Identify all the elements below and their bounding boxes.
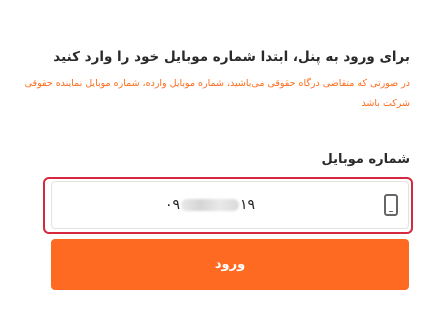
phone-value-prefix: ۰۹ xyxy=(164,197,180,213)
login-heading: برای ورود به پنل، ابتدا شماره موبایل خود… xyxy=(53,49,410,65)
mobile-phone-icon xyxy=(384,194,398,216)
phone-input[interactable]: ۰۹ ۱۹ xyxy=(51,181,409,229)
login-page: برای ورود به پنل، ابتدا شماره موبایل خود… xyxy=(0,0,438,336)
phone-value-suffix: ۱۹ xyxy=(240,197,256,213)
phone-input-value: ۰۹ ۱۹ xyxy=(52,196,368,214)
phone-field-label: شماره موبایل xyxy=(321,152,410,167)
legal-entity-notice: در صورتی که متقاضی درگاه حقوقی می‌باشید،… xyxy=(24,78,410,109)
phone-value-mask xyxy=(181,199,239,211)
login-button[interactable]: ورود xyxy=(51,239,409,290)
